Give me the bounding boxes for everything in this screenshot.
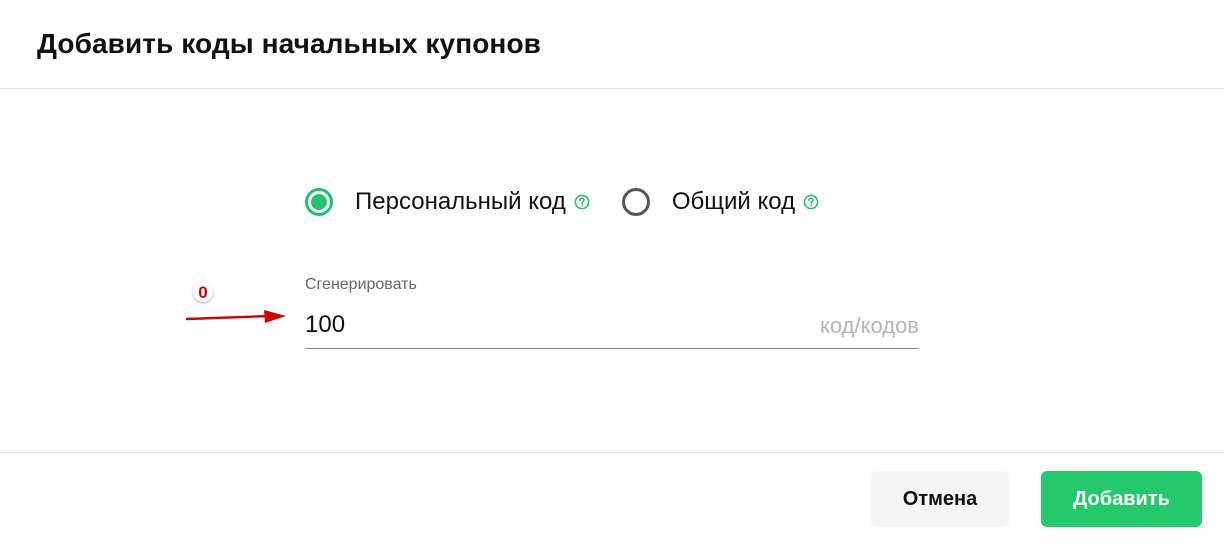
radio-option-personal-code[interactable]: Персональный код xyxy=(305,187,590,217)
radio-label-shared-code[interactable]: Общий код xyxy=(672,187,795,217)
radio-dot xyxy=(311,194,327,210)
generate-count-suffix: код/кодов xyxy=(820,313,919,338)
radio-label-personal-code[interactable]: Персональный код xyxy=(355,187,566,217)
add-coupon-codes-dialog: Добавить коды начальных купонов Персонал… xyxy=(0,0,1224,544)
radio-option-shared-code[interactable]: Общий код xyxy=(621,187,819,217)
annotation-badge: 0 xyxy=(193,282,213,302)
generate-count-field: код/кодов xyxy=(305,305,919,349)
add-button[interactable]: Добавить xyxy=(1041,471,1202,527)
question-circle-icon[interactable] xyxy=(803,194,819,210)
dialog-header: Добавить коды начальных купонов xyxy=(0,0,1224,89)
annotation-marker: 0 xyxy=(186,282,286,326)
question-circle-icon[interactable] xyxy=(574,194,590,210)
dialog-title: Добавить коды начальных купонов xyxy=(37,28,541,59)
annotation-arrow-icon xyxy=(186,310,286,323)
radio-button-unselected[interactable] xyxy=(621,188,650,216)
code-type-radio-group: Персональный код Общий код xyxy=(305,185,819,219)
cancel-button[interactable]: Отмена xyxy=(871,471,1009,527)
generate-field-label: Сгенерировать xyxy=(305,276,417,293)
generate-count-input[interactable] xyxy=(305,309,775,341)
dialog-footer: Отмена Добавить xyxy=(0,452,1224,544)
radio-button-selected[interactable] xyxy=(305,188,333,216)
